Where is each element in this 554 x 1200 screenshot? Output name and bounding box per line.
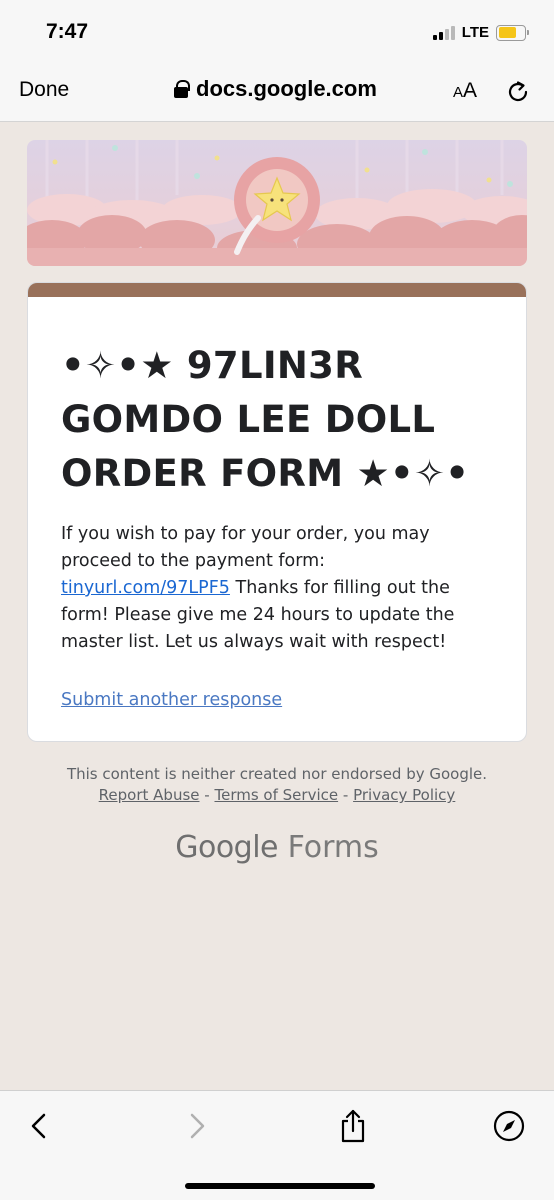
battery-icon xyxy=(496,24,529,41)
compass-icon[interactable] xyxy=(492,1109,526,1143)
footer-disclaimer: This content is neither created nor endo… xyxy=(40,764,514,806)
footer-separator: - xyxy=(342,786,349,804)
form-confirmation-card: •✧•★ 97LIN3R GOMDO LEE DOLL ORDER FORM ★… xyxy=(27,282,527,742)
forward-icon[interactable] xyxy=(180,1109,214,1143)
home-indicator[interactable] xyxy=(185,1183,375,1189)
lock-icon xyxy=(174,80,190,98)
payment-link[interactable]: tinyurl.com/97LPF5 xyxy=(61,578,230,598)
browser-address-bar: Done docs.google.com AA xyxy=(0,62,554,122)
logo-forms-text: Forms xyxy=(287,830,379,865)
status-time: 7:47 xyxy=(46,20,89,43)
form-title: •✧•★ 97LIN3R GOMDO LEE DOLL ORDER FORM ★… xyxy=(61,344,470,495)
logo-google-text: Google xyxy=(175,830,279,865)
form-header-banner xyxy=(27,140,527,266)
banner-illustration xyxy=(27,140,527,266)
form-header-stripe xyxy=(28,283,526,297)
text-size-small-label: A xyxy=(453,84,464,101)
report-abuse-link[interactable]: Report Abuse xyxy=(99,786,200,804)
url-field[interactable]: docs.google.com xyxy=(174,76,377,102)
cellular-signal-icon xyxy=(432,25,455,40)
footer-separator: - xyxy=(204,786,210,804)
submit-another-response-link[interactable]: Submit another response xyxy=(61,690,526,710)
google-forms-logo[interactable]: Google Forms xyxy=(0,830,554,865)
message-before-link: If you wish to pay for your order, you m… xyxy=(61,524,430,571)
confirmation-message: If you wish to pay for your order, you m… xyxy=(61,521,494,656)
network-type: LTE xyxy=(461,24,489,41)
text-size-button[interactable]: AA xyxy=(453,79,477,103)
share-icon[interactable] xyxy=(336,1109,370,1143)
status-indicators: LTE xyxy=(432,24,529,41)
status-bar: 7:47 LTE xyxy=(0,0,554,62)
done-button[interactable]: Done xyxy=(19,78,69,102)
reload-icon[interactable] xyxy=(505,79,531,105)
terms-of-service-link[interactable]: Terms of Service xyxy=(214,786,338,804)
back-icon[interactable] xyxy=(22,1109,56,1143)
disclaimer-text: This content is neither created nor endo… xyxy=(66,765,488,783)
text-size-big-label: A xyxy=(463,79,478,102)
url-text: docs.google.com xyxy=(196,76,377,101)
privacy-policy-link[interactable]: Privacy Policy xyxy=(353,786,455,804)
